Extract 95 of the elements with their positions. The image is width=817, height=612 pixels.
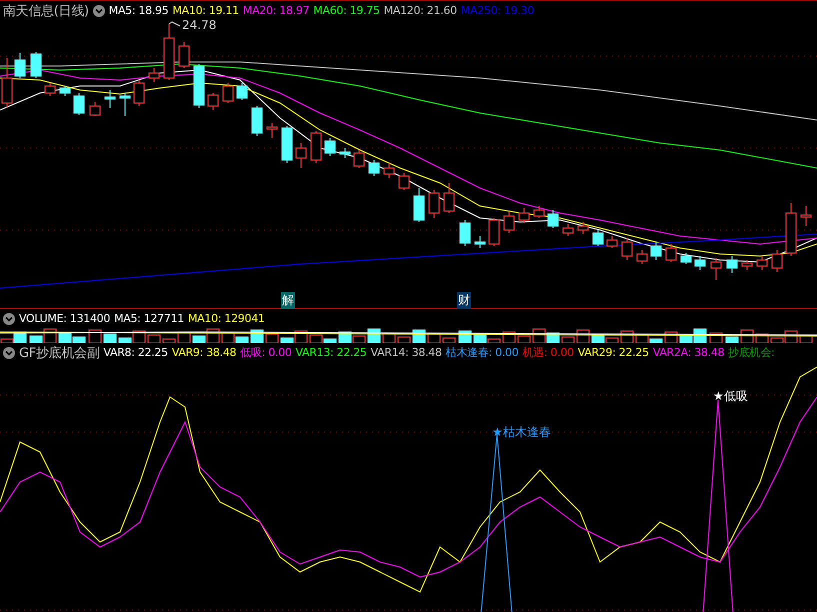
candlestick: [710, 258, 722, 280]
pointer-icon: [168, 21, 180, 26]
legend-value: MA20: 18.97: [242, 4, 310, 17]
candlestick: [266, 122, 278, 138]
legend-value: VOLUME: 131400: [19, 312, 110, 325]
candlestick: [90, 102, 100, 116]
legend-value: MA5: 18.95: [108, 4, 168, 17]
legend-value: 枯木逢春: 0.00: [446, 345, 518, 360]
candlestick: [134, 80, 144, 106]
candlestick: [384, 162, 394, 178]
candlestick: [354, 150, 364, 168]
candlestick: [222, 82, 234, 104]
chart-title: 南天信息(日线): [3, 2, 89, 20]
candlestick: [296, 142, 306, 168]
volume-bar: [148, 334, 160, 343]
volume-bar: [428, 334, 440, 343]
legend-value: MA250: 19.30: [460, 4, 534, 17]
candlestick: [120, 92, 130, 116]
legend-value: VAR14: 38.48: [370, 346, 442, 359]
volume-bar: [398, 336, 410, 343]
candlestick: [444, 182, 454, 214]
volume-bar: [88, 330, 102, 343]
candlestick: [592, 230, 604, 246]
candlestick: [694, 256, 706, 270]
legend-value: VAR13: 22.25: [296, 346, 367, 359]
candlestick: [44, 82, 56, 96]
candlestick: [340, 148, 350, 158]
legend-value: VAR8: 22.25: [103, 346, 168, 359]
legend-value: MA120: 21.60: [384, 4, 457, 17]
signal-label: ★枯木逢春: [492, 424, 551, 441]
candlestick: [208, 92, 218, 110]
legend-value: MA10: 129041: [188, 312, 265, 325]
candlestick: [428, 190, 440, 218]
candlestick: [742, 260, 752, 270]
candlestick: [74, 92, 84, 116]
candlestick: [178, 42, 190, 68]
candlestick: [650, 242, 662, 260]
legend-value: 抄底机会:: [728, 345, 774, 360]
legend-value: MA60: 19.75: [313, 4, 380, 17]
signal-label: ★低吸: [713, 388, 748, 405]
volume-bar: [726, 336, 738, 343]
legend-value: VAR2A: 38.48: [652, 346, 724, 359]
candlestick: [14, 52, 26, 78]
candlestick: [30, 52, 42, 78]
candlestick: [666, 244, 676, 262]
candlestick: [236, 82, 248, 100]
legend-value: VAR9: 38.48: [172, 346, 236, 359]
volume-bar: [266, 334, 278, 343]
indicator-title: GF抄底机会副: [19, 344, 100, 362]
candlestick: [534, 206, 544, 218]
candlestick: [460, 220, 470, 246]
candlestick: [578, 222, 588, 234]
volume-bar: [162, 338, 176, 343]
candlestick: [518, 208, 530, 224]
candlestick: [148, 68, 160, 82]
legend-value: VAR29: 22.25: [578, 346, 649, 359]
volume-bar: [562, 336, 574, 343]
candlestick: [194, 64, 204, 108]
candlestick: [164, 24, 174, 80]
legend-value: 低吸: 0.00: [240, 345, 292, 360]
candlestick: [474, 236, 486, 248]
candlestick: [60, 86, 70, 96]
volume-bar: [518, 336, 530, 343]
candlestick: [398, 172, 410, 190]
candlestick: [368, 160, 380, 176]
candlestick: [636, 250, 648, 264]
candlestick: [414, 188, 424, 222]
candlestick: [756, 256, 768, 270]
candlestick: [800, 206, 812, 226]
candlestick: [786, 202, 796, 256]
legend-value: MA5: 127711: [114, 312, 184, 325]
dropdown-icon[interactable]: [3, 312, 15, 324]
candlestick: [488, 218, 500, 246]
event-marker[interactable]: 财: [457, 292, 471, 309]
event-marker[interactable]: 解: [281, 292, 295, 309]
dropdown-icon[interactable]: [92, 4, 105, 16]
legend-value: MA10: 19.11: [172, 4, 239, 17]
candlestick: [104, 90, 116, 108]
candlestick: [726, 256, 738, 274]
candlestick: [324, 138, 336, 156]
candlestick: [252, 106, 262, 136]
candlestick: [548, 210, 558, 228]
candlestick: [310, 130, 322, 164]
volume-bar: [104, 334, 116, 343]
candlestick: [282, 126, 292, 164]
volume-bar: [442, 338, 456, 343]
candlestick: [606, 236, 618, 248]
high-price-label: 24.78: [182, 18, 216, 32]
legend-value: 机遇: 0.00: [522, 345, 574, 360]
candlestick: [772, 250, 782, 272]
candlestick: [622, 238, 632, 260]
dropdown-icon[interactable]: [3, 346, 15, 358]
candlestick: [562, 224, 574, 236]
candlestick: [680, 252, 692, 264]
candlestick: [504, 212, 514, 234]
